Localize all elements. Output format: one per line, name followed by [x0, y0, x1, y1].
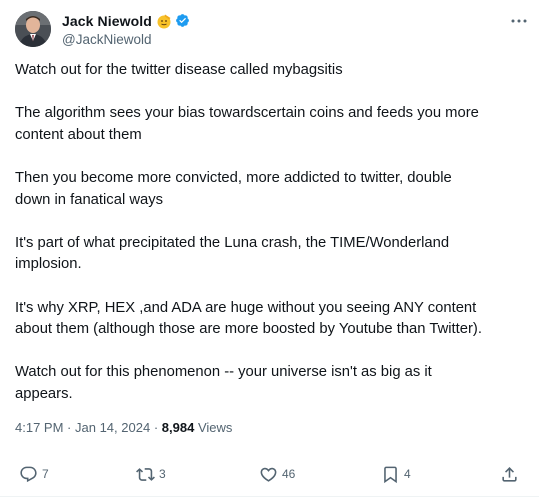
tweet-paragraph: The algorithm sees your bias towardscert…: [15, 105, 479, 143]
tweet-header: Jack Niewold @JackNiewold: [15, 11, 524, 47]
bookmark-count: 4: [404, 467, 411, 481]
tweet-card: Jack Niewold @JackNiewold Watch out for …: [0, 0, 539, 497]
reply-icon: [19, 465, 38, 484]
tweet-time[interactable]: 4:17 PM: [15, 420, 63, 435]
saluting-face-emoji-icon: [156, 13, 172, 29]
tweet-paragraph: Watch out for this phenomenon -- your un…: [15, 364, 432, 402]
handle[interactable]: @JackNiewold: [62, 32, 190, 47]
action-bar: 7 3 46 4: [19, 463, 519, 485]
share-icon: [500, 465, 519, 484]
tweet-text: Watch out for the twitter disease called…: [15, 60, 525, 427]
verified-badge-icon[interactable]: [175, 13, 190, 28]
display-name[interactable]: Jack Niewold: [62, 13, 152, 29]
reply-button[interactable]: 7: [19, 465, 49, 484]
share-button[interactable]: [500, 465, 519, 484]
heart-icon: [259, 465, 278, 484]
meta-separator: ·: [67, 420, 75, 435]
tweet-metadata: 4:17 PM · Jan 14, 2024 · 8,984 Views: [15, 420, 232, 435]
reply-count: 7: [42, 467, 49, 481]
tweet-paragraph: Watch out for the twitter disease called…: [15, 62, 343, 78]
author-names: Jack Niewold @JackNiewold: [62, 12, 190, 47]
tweet-paragraph: Then you become more convicted, more add…: [15, 169, 452, 208]
tweet-date[interactable]: Jan 14, 2024: [75, 420, 150, 435]
views-label: Views: [197, 420, 233, 435]
tweet-paragraph: It's why XRP, HEX ,and ADA are huge with…: [15, 299, 482, 338]
views-count[interactable]: 8,984: [162, 420, 195, 435]
like-button[interactable]: 46: [259, 465, 295, 484]
tweet-paragraph: It's part of what precipitated the Luna …: [15, 234, 450, 273]
bookmark-icon: [381, 465, 400, 484]
like-count: 46: [282, 467, 296, 481]
repost-icon: [136, 465, 155, 484]
meta-separator: ·: [153, 420, 162, 435]
avatar[interactable]: [15, 11, 51, 47]
more-options-icon[interactable]: [508, 11, 530, 31]
bookmark-button[interactable]: 4: [381, 465, 411, 484]
repost-count: 3: [159, 467, 166, 481]
repost-button[interactable]: 3: [136, 465, 166, 484]
